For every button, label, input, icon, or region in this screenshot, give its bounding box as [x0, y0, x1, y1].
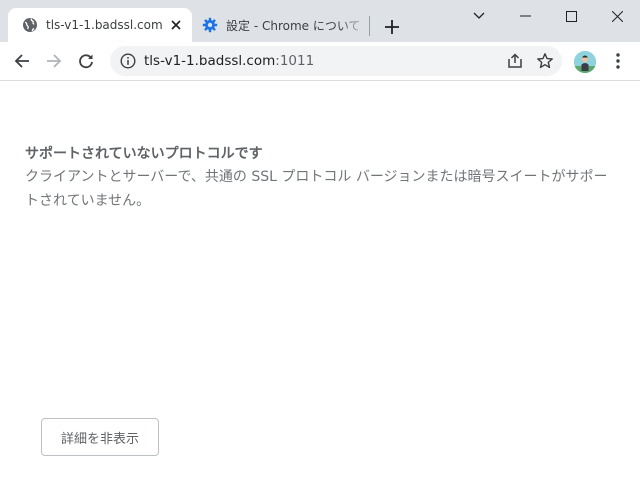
url-host: tls-v1-1.badssl.com — [144, 53, 276, 69]
kebab-icon — [616, 53, 620, 69]
address-bar[interactable]: tls-v1-1.badssl.com:1011 — [110, 46, 562, 76]
url-port: :1011 — [275, 53, 315, 69]
chevron-down-icon — [473, 12, 485, 19]
new-tab-button[interactable] — [378, 13, 406, 41]
info-icon[interactable] — [120, 53, 136, 69]
close-icon — [611, 10, 623, 22]
browser-toolbar: tls-v1-1.badssl.com:1011 — [0, 42, 640, 81]
avatar[interactable] — [574, 51, 596, 73]
minimize-button[interactable] — [502, 0, 548, 32]
tab-settings[interactable]: 設定 - Chrome について — [192, 8, 368, 42]
tab-search-button[interactable] — [456, 0, 502, 32]
gear-icon — [202, 17, 218, 33]
forward-button[interactable] — [40, 47, 68, 75]
error-heading: サポートされていないプロトコルです — [25, 146, 263, 162]
menu-button[interactable] — [606, 47, 630, 75]
tab-strip: tls-v1-1.badssl.com 設定 - Chrome について — [0, 0, 640, 42]
tab-title: tls-v1-1.badssl.com — [46, 18, 163, 32]
minimize-icon — [519, 15, 531, 17]
share-icon[interactable] — [506, 52, 524, 70]
back-button[interactable] — [8, 47, 36, 75]
arrow-right-icon — [47, 54, 62, 68]
reload-icon — [79, 54, 93, 69]
close-icon[interactable] — [166, 15, 186, 35]
maximize-button[interactable] — [548, 0, 594, 32]
arrow-left-icon — [14, 54, 29, 68]
hide-details-button[interactable]: 詳細を非表示 — [41, 418, 159, 456]
reload-button[interactable] — [72, 47, 100, 75]
url-text: tls-v1-1.badssl.com:1011 — [144, 53, 314, 69]
error-description: クライアントとサーバーで、共通の SSL プロトコル バージョンまたは暗号スイー… — [25, 169, 608, 209]
window-close-button[interactable] — [594, 0, 640, 32]
plus-icon — [385, 20, 399, 34]
profile-avatar-icon — [574, 51, 596, 73]
page-content: サポートされていないプロトコルです クライアントとサーバーで、共通の SSL プ… — [0, 81, 640, 480]
tab-badssl[interactable]: tls-v1-1.badssl.com — [8, 8, 192, 42]
globe-icon — [23, 18, 37, 32]
maximize-icon — [565, 10, 577, 22]
tab-separator — [369, 16, 370, 36]
tab-title: 設定 - Chrome について — [226, 18, 361, 33]
star-icon[interactable] — [536, 52, 554, 70]
